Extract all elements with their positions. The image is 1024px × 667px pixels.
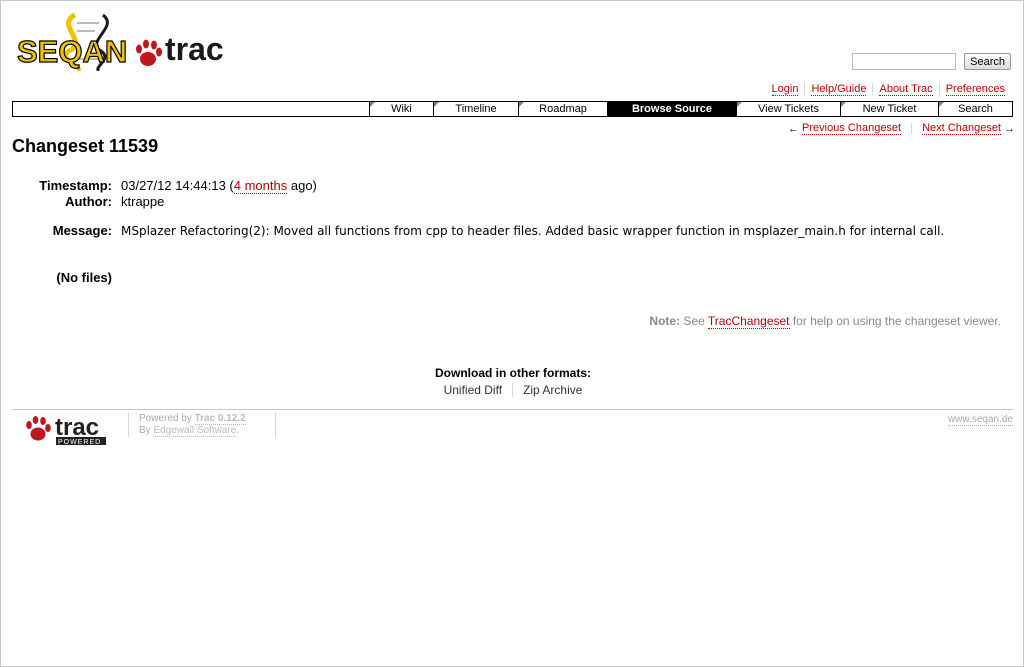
download-formats: Download in other formats: Unified Diff … <box>1 366 1024 397</box>
footer: trac POWERED Powered by Trac 0.12.2 By E… <box>12 409 1013 450</box>
search-input[interactable] <box>852 53 957 70</box>
tab-view-tickets[interactable]: View Tickets <box>736 102 840 116</box>
timestamp-row: Timestamp: 03/27/12 14:44:13 (4 months a… <box>12 178 1012 194</box>
paw-icon <box>26 416 51 441</box>
metanav-help-guide[interactable]: Help/Guide <box>804 83 872 96</box>
zip-archive-link[interactable]: Zip Archive <box>512 383 592 397</box>
tab-search[interactable]: Search <box>938 102 1012 116</box>
footer-divider <box>128 413 129 437</box>
seqan-trac-logo[interactable]: SEQAN trac <box>15 11 227 74</box>
powered-by-text: Powered by Trac 0.12.2 By Edgewall Softw… <box>139 413 246 437</box>
previous-changeset-link[interactable]: Previous Changeset <box>802 122 902 135</box>
tab-roadmap[interactable]: Roadmap <box>518 102 607 116</box>
metanav-preferences[interactable]: Preferences <box>938 83 1011 96</box>
timestamp-value: 03/27/12 14:44:13 (4 months ago) <box>121 178 317 194</box>
message-row: Message: MSplazer Refactoring(2): Moved … <box>12 223 1012 240</box>
logo-graphic: SEQAN trac <box>16 12 224 74</box>
note-label: Note: <box>649 314 681 328</box>
tab-timeline[interactable]: Timeline <box>433 102 518 116</box>
edgewall-link[interactable]: Edgewall Software <box>153 425 237 437</box>
tab-new-ticket[interactable]: New Ticket <box>840 102 938 116</box>
changeset-nav: ← Previous Changeset Next Changeset → <box>788 122 1015 135</box>
trac-logo-graphic: trac POWERED <box>26 414 106 446</box>
footer-divider <box>275 413 276 437</box>
site-url-link[interactable]: www.seqan.de <box>947 414 1013 426</box>
search-button[interactable]: Search <box>964 53 1011 70</box>
page-title: Changeset 11539 <box>12 136 159 156</box>
metanav-login[interactable]: Login <box>766 83 805 96</box>
author-row: Author: ktrappe <box>12 194 1012 210</box>
header-search: Search <box>852 53 1011 70</box>
author-value: ktrappe <box>121 194 165 209</box>
no-files-label: (No files) <box>56 270 112 285</box>
tab-wiki[interactable]: Wiki <box>369 102 433 116</box>
message-label: Message: <box>52 223 112 238</box>
tab-browse-source[interactable]: Browse Source <box>607 102 736 116</box>
right-arrow-icon: → <box>1004 122 1015 135</box>
trac-changeset-help-link[interactable]: TracChangeset <box>707 314 790 329</box>
trac-version-link[interactable]: Trac 0.12.2 <box>194 413 246 425</box>
timestamp-age-link[interactable]: 4 months <box>233 178 288 194</box>
metanav-about-trac[interactable]: About Trac <box>872 83 938 96</box>
svg-text:trac: trac <box>55 414 99 441</box>
unified-diff-link[interactable]: Unified Diff <box>434 383 512 397</box>
message-value: MSplazer Refactoring(2): Moved all funct… <box>121 224 945 238</box>
nav-divider <box>911 123 913 134</box>
logo-seqan-text: SEQAN <box>17 34 127 69</box>
meta-nav: Login Help/Guide About Trac Preferences <box>766 83 1011 96</box>
trac-powered-logo[interactable]: trac POWERED <box>26 414 122 446</box>
paw-icon <box>136 39 162 66</box>
logo-trac-text: trac <box>165 31 224 67</box>
svg-text:POWERED: POWERED <box>58 439 101 446</box>
download-formats-title: Download in other formats: <box>435 366 591 380</box>
main-nav: Wiki Timeline Roadmap Browse Source View… <box>12 101 1013 117</box>
left-arrow-icon: ← <box>788 122 800 135</box>
author-label: Author: <box>65 194 112 209</box>
timestamp-label: Timestamp: <box>39 178 112 193</box>
next-changeset-link[interactable]: Next Changeset <box>922 122 1001 135</box>
changeset-properties: Timestamp: 03/27/12 14:44:13 (4 months a… <box>12 178 1012 240</box>
help-note: Note: See TracChangeset for help on usin… <box>649 314 1001 329</box>
